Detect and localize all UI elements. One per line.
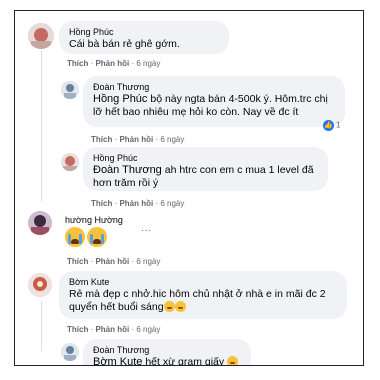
avatar[interactable] — [28, 23, 54, 49]
comment-actions: Thích · Phản hồi · 6 ngày — [67, 59, 161, 68]
mention-link[interactable]: Đoàn Thương — [93, 164, 162, 176]
comment-time[interactable]: 6 ngày — [136, 59, 160, 68]
comment-actions: Thích · Phản hồi · 6 ngày — [91, 199, 185, 208]
avatar[interactable] — [28, 211, 52, 235]
reply-link[interactable]: Phản hồi — [119, 135, 153, 144]
laughing-emoji-icon — [174, 301, 186, 312]
like-link[interactable]: Thích — [67, 325, 88, 334]
comment-author[interactable]: Bờm Kute — [69, 276, 337, 288]
avatar-image — [61, 81, 79, 99]
comment-text: Hồng Phúc bộ này ngta bán 4-500k ý. Hôm.… — [93, 93, 328, 118]
comment-text: Bờm Kute hết xừ gram giấy — [93, 356, 241, 365]
comment-actions: Thích · Phản hồi · 6 ngày — [67, 325, 161, 334]
crying-emoji-icon — [65, 227, 85, 247]
comment-author[interactable]: Hồng Phúc — [93, 152, 318, 164]
comment-author[interactable]: Hồng Phúc — [69, 26, 219, 38]
comment-time[interactable]: 6 ngày — [160, 199, 184, 208]
like-link[interactable]: Thích — [67, 257, 88, 266]
laughing-emoji-icon — [227, 356, 239, 365]
emoji-reactions — [65, 227, 109, 252]
avatar-image — [61, 343, 79, 361]
avatar[interactable] — [28, 273, 52, 297]
comment-time[interactable]: 6 ngày — [136, 257, 160, 266]
comment-text: Đoàn Thương ah htrc con em c mua 1 level… — [93, 164, 314, 189]
more-options-button[interactable]: ··· — [141, 225, 151, 236]
avatar-image — [28, 211, 52, 235]
reply-link[interactable]: Phản hồi — [95, 325, 129, 334]
thread-line — [41, 51, 42, 201]
like-link[interactable]: Thích — [67, 59, 88, 68]
avatar[interactable] — [61, 81, 79, 99]
comment-bubble: Hồng Phúc Đoàn Thương ah htrc con em c m… — [83, 147, 328, 191]
like-link[interactable]: Thích — [91, 199, 112, 208]
comment-bubble: Đoàn Thương Bờm Kute hết xừ gram giấy — [83, 339, 251, 365]
mention-link[interactable]: Bờm Kute — [93, 356, 142, 365]
avatar[interactable] — [61, 153, 79, 171]
comment-actions: Thích · Phản hồi · 6 ngày — [91, 135, 185, 144]
comment-author[interactable]: Đoàn Thương — [93, 344, 241, 356]
comment-author[interactable]: hường Hường — [65, 214, 123, 226]
crying-emoji-icon — [87, 227, 107, 247]
comment-bubble: Đoàn Thương Hồng Phúc bộ này ngta bán 4-… — [83, 76, 345, 127]
like-link[interactable]: Thích — [91, 135, 112, 144]
reply-link[interactable]: Phản hồi — [119, 199, 153, 208]
comment-text: Rẻ mà đẹp c nhở.hic hôm chủ nhật ở nhà e… — [69, 288, 326, 313]
comment-bubble: Bờm Kute Rẻ mà đẹp c nhở.hic hôm chủ nhậ… — [59, 271, 347, 319]
like-icon: 👍 — [323, 120, 334, 131]
reaction-badge[interactable]: 👍 1 — [323, 120, 340, 131]
avatar[interactable] — [61, 343, 79, 361]
comment-author[interactable]: Đoàn Thương — [93, 81, 335, 93]
comment-time[interactable]: 6 ngày — [160, 135, 184, 144]
thread-line — [41, 301, 42, 351]
comment-time[interactable]: 6 ngày — [136, 325, 160, 334]
reply-link[interactable]: Phản hồi — [95, 59, 129, 68]
laughing-emoji-icon — [163, 301, 175, 312]
avatar-image — [61, 153, 79, 171]
comment-bubble: Hồng Phúc Cái bà bán rẻ ghê gớm. — [59, 21, 229, 54]
avatar-image — [28, 23, 54, 49]
mention-link[interactable]: Hồng Phúc — [93, 93, 147, 105]
comment-text: Cái bà bán rẻ ghê gớm. — [69, 38, 180, 50]
reply-link[interactable]: Phản hồi — [95, 257, 129, 266]
avatar-image — [28, 273, 52, 297]
comment-actions: Thích · Phản hồi · 6 ngày — [67, 257, 161, 266]
comment-thread: Hồng Phúc Cái bà bán rẻ ghê gớm. Thích ·… — [14, 10, 364, 366]
